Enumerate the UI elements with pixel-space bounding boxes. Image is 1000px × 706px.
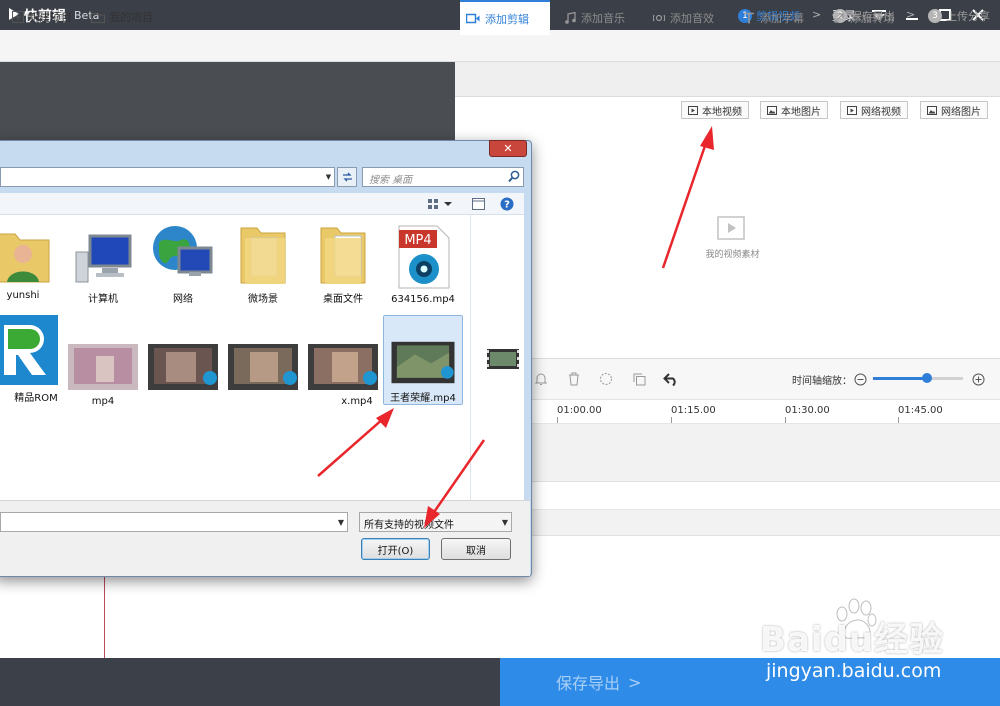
watermark-logo: Baidu经验 [760,620,945,660]
annotation-arrow-selected-file [317,417,385,477]
annotation-arrowhead [376,408,394,428]
annotation-arrow-open-button [430,439,486,516]
watermark-url: jingyan.baidu.com [766,660,942,682]
annotation-arrow-local-video [661,139,709,269]
annotation-arrowhead [424,506,440,528]
annotation-arrowhead [700,126,714,150]
